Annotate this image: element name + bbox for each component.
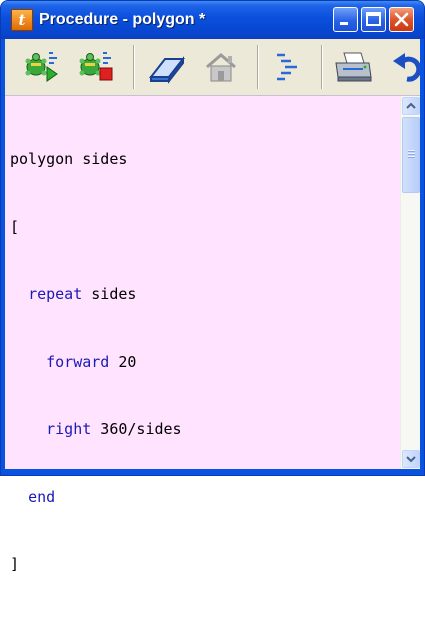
keyword-right: right <box>46 420 92 438</box>
minimize-icon <box>340 22 348 25</box>
chevron-up-icon <box>406 102 416 109</box>
eraser-icon <box>148 56 186 84</box>
undo-button[interactable] <box>389 47 420 87</box>
code-line: polygon sides <box>10 150 128 168</box>
code-line: forward 20 <box>46 352 137 371</box>
close-button[interactable] <box>389 7 414 32</box>
code-text[interactable]: polygon sides [ repeat sides forward 20 … <box>10 103 182 621</box>
minimize-button[interactable] <box>333 7 358 32</box>
app-logo-icon[interactable]: t <box>11 9 33 31</box>
format-indent-icon <box>277 53 297 81</box>
maximize-button[interactable] <box>361 7 386 32</box>
window-title: Procedure - polygon * <box>39 11 206 28</box>
toolbar-separator <box>321 45 323 89</box>
thumb-grip <box>408 153 415 155</box>
print-button[interactable] <box>331 47 375 87</box>
scroll-up-button[interactable] <box>402 97 420 115</box>
toolbar-separator <box>133 45 135 89</box>
toolbar-separator <box>257 45 259 89</box>
stop-button[interactable] <box>73 47 117 87</box>
run-turtle-icon <box>25 52 58 82</box>
vertical-scrollbar[interactable] <box>400 96 420 469</box>
home-icon <box>206 53 236 82</box>
code-editor[interactable]: polygon sides [ repeat sides forward 20 … <box>5 95 420 573</box>
home-button[interactable] <box>199 47 243 87</box>
format-button[interactable] <box>269 47 313 87</box>
keyword-forward: forward <box>46 352 110 371</box>
close-icon <box>394 12 409 27</box>
stop-turtle-icon <box>79 52 113 81</box>
toolbar <box>5 39 420 95</box>
run-button[interactable] <box>19 47 63 87</box>
code-line: repeat sides <box>28 285 137 303</box>
code-line: ] <box>10 555 20 573</box>
scroll-down-button[interactable] <box>402 450 420 468</box>
print-icon <box>335 52 372 82</box>
procedure-window: t Procedure - polygon * polygon sides [… <box>0 0 425 573</box>
maximize-icon <box>366 12 381 26</box>
title-bar[interactable]: t Procedure - polygon * <box>1 1 424 39</box>
keyword-repeat: repeat <box>28 285 83 303</box>
chevron-down-icon <box>406 456 416 463</box>
thumb-grip <box>408 156 415 158</box>
keyword-end: end <box>28 487 56 506</box>
undo-icon <box>393 53 420 82</box>
clear-button[interactable] <box>145 47 189 87</box>
thumb-grip <box>408 150 415 152</box>
code-line: right 360/sides <box>46 420 182 438</box>
scroll-thumb[interactable] <box>402 117 420 193</box>
code-line: end <box>10 486 182 509</box>
code-line: [ <box>10 217 20 236</box>
